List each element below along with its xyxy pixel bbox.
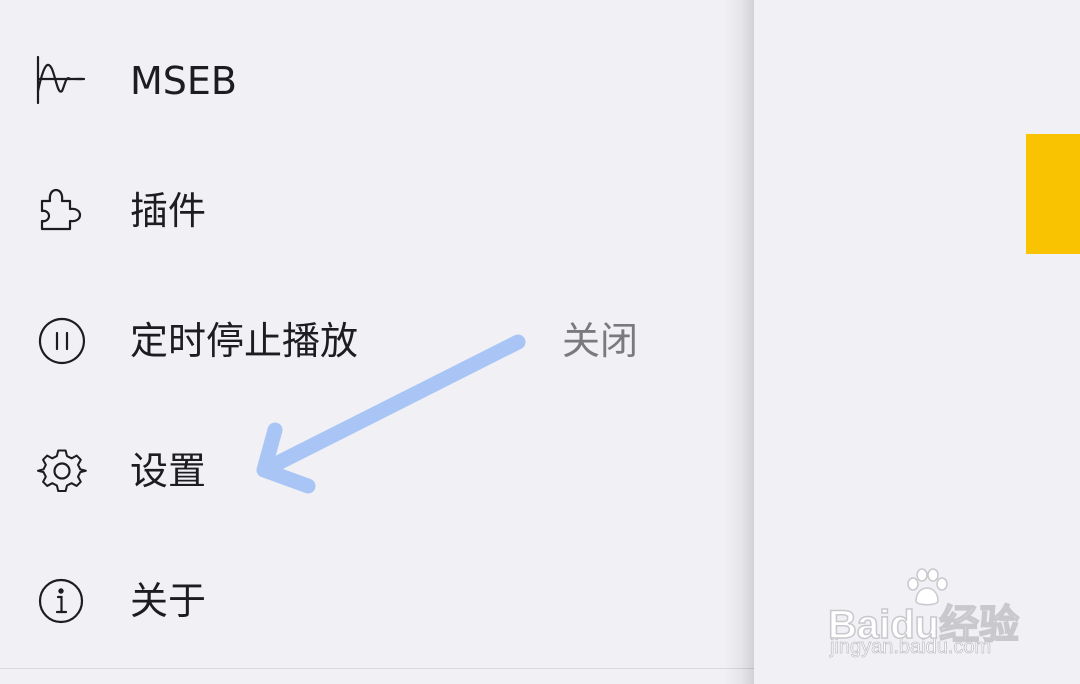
drawer-edge-shadow <box>724 0 754 684</box>
menu-item-mseb[interactable]: MSEB <box>0 28 754 138</box>
timer-stop-icon <box>36 315 88 367</box>
drawer-divider <box>0 668 754 669</box>
gear-icon <box>36 445 88 497</box>
baidu-jingyan-watermark: Baidu经验 jingyan.baidu.com <box>827 568 1038 663</box>
menu-item-label: 插件 <box>130 189 207 233</box>
menu-item-label: 定时停止播放 <box>130 319 359 363</box>
navigation-drawer: MSEB 插件 定时停止播放 关闭 设置 关于 <box>0 0 754 684</box>
menu-item-label: MSEB <box>130 59 237 103</box>
waveform-icon <box>36 55 88 107</box>
menu-item-settings[interactable]: 设置 <box>0 418 754 528</box>
menu-item-sleep-timer[interactable]: 定时停止播放 关闭 <box>0 288 754 398</box>
menu-item-plugins[interactable]: 插件 <box>0 158 754 268</box>
menu-item-about[interactable]: 关于 <box>0 548 754 658</box>
menu-item-label: 关于 <box>130 579 207 623</box>
puzzle-icon <box>36 185 88 237</box>
sleep-timer-value: 关闭 <box>562 319 639 363</box>
watermark-url: jingyan.baidu.com <box>830 636 992 659</box>
menu-item-label: 设置 <box>130 449 207 493</box>
info-icon <box>36 575 88 627</box>
accent-card <box>1026 134 1080 254</box>
